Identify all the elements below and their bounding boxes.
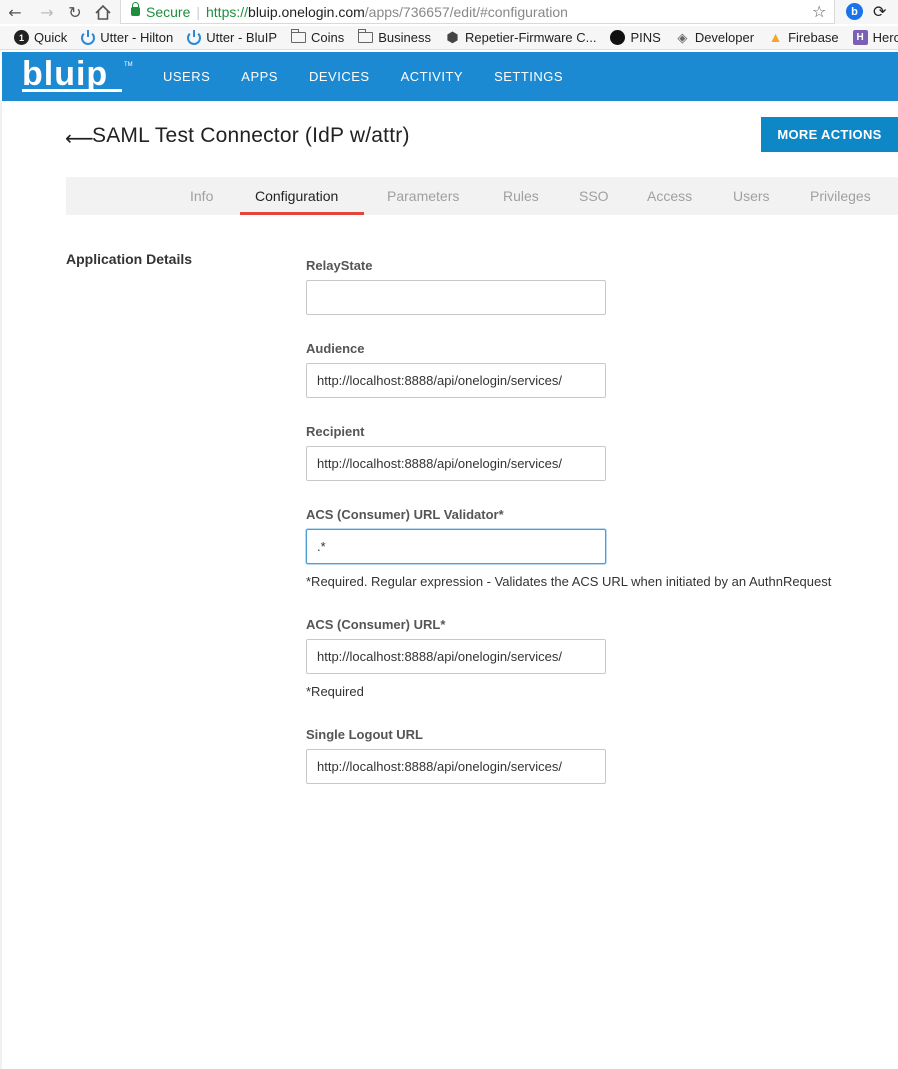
nav-settings[interactable]: SETTINGS <box>494 69 563 84</box>
acs-validator-input[interactable] <box>306 529 606 564</box>
dark-circle-icon: 1 <box>14 30 29 45</box>
page-title: SAML Test Connector (IdP w/attr) <box>92 124 410 147</box>
recipient-label: Recipient <box>306 424 365 439</box>
logo-tm: TM <box>124 62 133 68</box>
nav-activity[interactable]: ACTIVITY <box>401 69 464 84</box>
bookmark-utter-hilton[interactable]: Utter - Hilton <box>81 29 174 45</box>
acs-validator-help: *Required. Regular expression - Validate… <box>306 574 832 589</box>
folder-icon <box>291 29 306 43</box>
relaystate-input[interactable] <box>306 280 606 315</box>
extension-b-icon[interactable]: b <box>846 3 863 20</box>
secure-label: Secure <box>146 3 191 20</box>
logo-text: bluip <box>22 56 108 93</box>
bluip-logo[interactable]: bluip TM <box>22 56 152 96</box>
audience-input[interactable] <box>306 363 606 398</box>
tab-users[interactable]: Users <box>733 177 770 215</box>
firebase-icon: ▲ <box>768 29 783 45</box>
bookmark-coins[interactable]: Coins <box>291 29 345 45</box>
bookmark-label: Utter - BluIP <box>206 30 277 45</box>
bookmarks-bar: 1 Quick Utter - Hilton Utter - BluIP Coi… <box>0 26 898 50</box>
top-nav: USERS APPS DEVICES ACTIVITY SETTINGS <box>163 52 594 101</box>
heroku-icon: H <box>852 30 868 45</box>
power-icon <box>187 29 202 45</box>
recipient-input[interactable] <box>306 446 606 481</box>
url-host: bluip.onelogin.com <box>248 3 365 20</box>
tab-access[interactable]: Access <box>647 177 692 215</box>
tab-parameters[interactable]: Parameters <box>387 177 459 215</box>
bookmark-repetier[interactable]: ⬢ Repetier-Firmware C... <box>445 29 597 46</box>
folder-icon <box>358 29 374 43</box>
acs-url-input[interactable] <box>306 639 606 674</box>
bookmark-label: PINS <box>630 30 661 45</box>
nav-users[interactable]: USERS <box>163 69 210 84</box>
bookmark-label: Business <box>378 30 431 45</box>
tab-info[interactable]: Info <box>190 177 213 215</box>
developer-icon: ◈ <box>677 30 688 45</box>
tab-sso[interactable]: SSO <box>579 177 609 215</box>
tab-bar: Info Configuration Parameters Rules SSO … <box>66 177 898 215</box>
tab-privileges[interactable]: Privileges <box>810 177 871 215</box>
nav-apps[interactable]: APPS <box>241 69 278 84</box>
acs-validator-label: ACS (Consumer) URL Validator* <box>306 507 504 522</box>
bookmark-business[interactable]: Business <box>358 29 431 45</box>
bookmark-firebase[interactable]: ▲ Firebase <box>768 29 839 46</box>
bookmark-quick[interactable]: 1 Quick <box>14 30 67 45</box>
forward-icon[interactable]: → <box>38 0 56 24</box>
url-scheme: https:// <box>206 3 249 20</box>
hexagon-icon: ⬢ <box>446 29 459 45</box>
section-application-details: Application Details <box>66 251 193 267</box>
nav-devices[interactable]: DEVICES <box>309 69 370 84</box>
left-edge <box>0 100 2 1069</box>
url-separator: | <box>196 3 200 20</box>
back-icon[interactable]: ← <box>6 0 24 24</box>
bookmark-pins[interactable]: PINS <box>610 30 661 45</box>
acs-url-label: ACS (Consumer) URL* <box>306 617 446 632</box>
home-icon[interactable] <box>94 0 112 24</box>
audience-label: Audience <box>306 341 365 356</box>
back-arrow-icon[interactable]: ⟵ <box>65 128 94 148</box>
acs-url-help: *Required <box>306 684 364 699</box>
url-path: /apps/736657/edit/#configuration <box>364 3 568 20</box>
bookmark-label: Heroku <box>872 30 898 45</box>
bookmark-label: Utter - Hilton <box>100 30 174 45</box>
power-icon <box>81 29 96 45</box>
bookmark-heroku[interactable]: H Heroku <box>852 30 898 45</box>
bookmark-utter-bluip[interactable]: Utter - BluIP <box>187 29 277 45</box>
bookmark-label: Developer <box>694 30 755 45</box>
bookmark-developer[interactable]: ◈ Developer <box>675 30 754 45</box>
single-logout-input[interactable] <box>306 749 606 784</box>
sync-extension-icon[interactable]: ⟳ <box>873 2 886 22</box>
bookmark-label: Repetier-Firmware C... <box>465 30 597 45</box>
lock-icon <box>131 2 140 16</box>
active-tab-indicator <box>240 212 364 215</box>
more-actions-button[interactable]: MORE ACTIONS <box>761 117 898 152</box>
bookmark-label: Firebase <box>788 30 839 45</box>
bookmark-label: Quick <box>34 30 68 45</box>
browser-toolbar: ← → ↻ Secure | https://bluip.onelogin.co… <box>0 0 898 24</box>
github-icon <box>610 30 626 45</box>
tab-rules[interactable]: Rules <box>503 177 539 215</box>
relaystate-label: RelayState <box>306 258 373 273</box>
reload-icon[interactable]: ↻ <box>66 0 84 24</box>
tab-configuration[interactable]: Configuration <box>255 177 338 215</box>
single-logout-label: Single Logout URL <box>306 727 423 742</box>
bookmark-label: Coins <box>311 30 345 45</box>
address-bar[interactable]: Secure | https://bluip.onelogin.com/apps… <box>120 0 835 24</box>
bookmark-star-icon[interactable]: ☆ <box>812 0 826 24</box>
app-header: bluip TM USERS APPS DEVICES ACTIVITY SET… <box>2 52 898 101</box>
